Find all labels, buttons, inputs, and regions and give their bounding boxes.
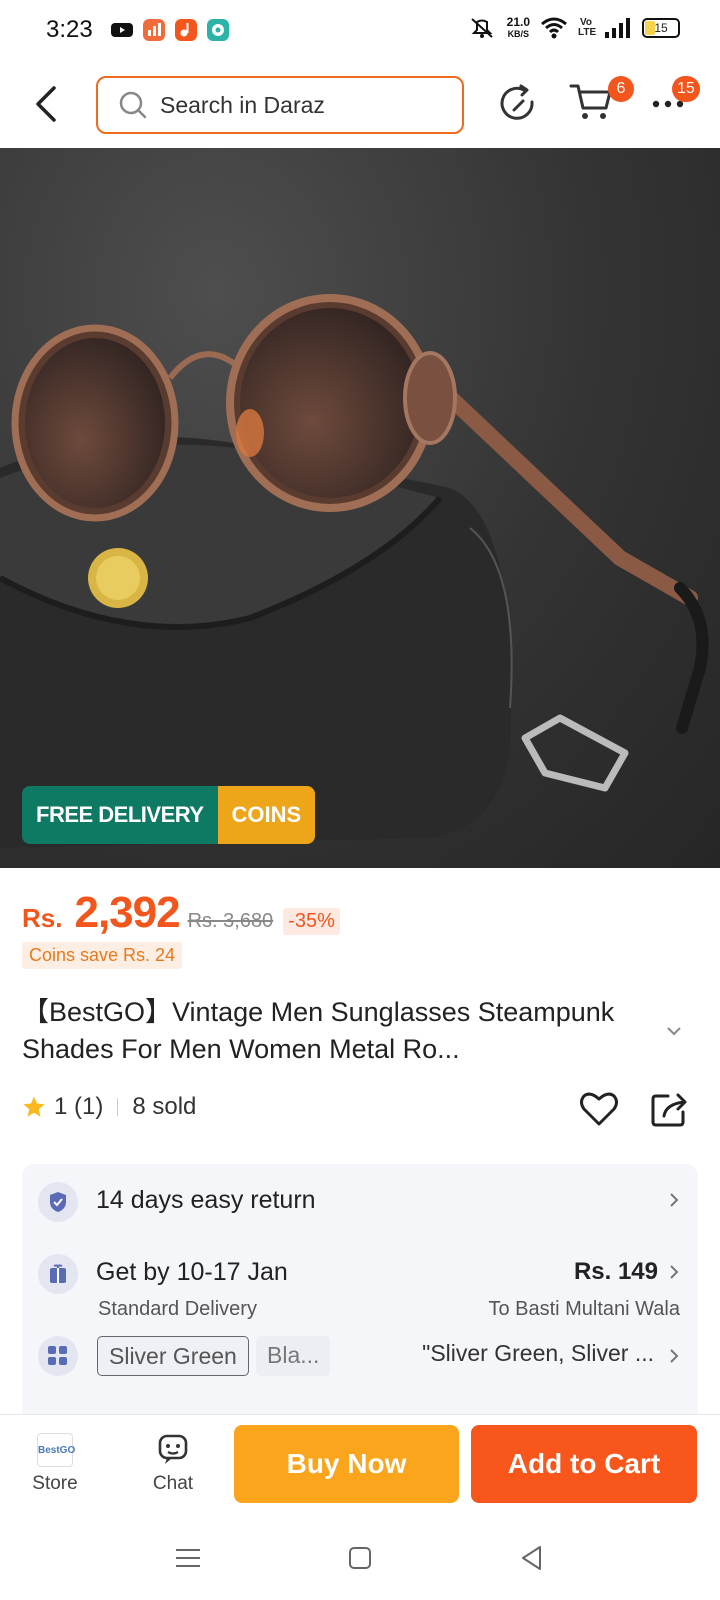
free-delivery-badge: FREE DELIVERY [22, 786, 218, 844]
search-input[interactable] [160, 91, 440, 119]
grid-icon [38, 1336, 78, 1376]
store-label: Store [32, 1473, 78, 1494]
delivery-estimate: Get by 10-17 Jan [96, 1258, 288, 1286]
current-price: 2,392 [74, 888, 180, 937]
mute-icon [470, 18, 493, 38]
youtube-icon [111, 23, 133, 37]
rating-value: 1 (1) [54, 1093, 104, 1120]
app-notification-icon [143, 19, 165, 41]
shield-check-icon [38, 1182, 78, 1222]
cart-button[interactable]: 6 [568, 76, 634, 130]
system-navigation-bar [0, 1520, 720, 1600]
coins-badge: COINS [217, 786, 316, 844]
back-nav-icon[interactable] [516, 1542, 548, 1574]
discount-badge: -35% [283, 908, 340, 935]
chevron-right-icon [670, 1193, 679, 1207]
menu-icon[interactable] [172, 1542, 204, 1574]
status-indicators: 21.0 KB/S Vo LTE 15 [467, 16, 680, 40]
chat-button[interactable]: Chat [138, 1433, 208, 1495]
music-app-icon [175, 19, 197, 41]
delivery-type: Standard Delivery [98, 1298, 257, 1320]
variant-chip[interactable]: Bla... [256, 1336, 331, 1376]
bottom-action-bar: BestGO Store Chat Buy Now Add to Cart [0, 1414, 720, 1520]
divider [117, 1098, 119, 1116]
chat-label: Chat [152, 1473, 194, 1494]
refresh-icon[interactable] [494, 80, 542, 128]
chevron-right-icon [670, 1349, 679, 1363]
search-icon [119, 91, 147, 119]
share-icon[interactable] [650, 1088, 690, 1128]
price-row: Rs. 2,392 Rs. 3,680 -35% [22, 888, 340, 938]
variant-summary: "Sliver Green, Sliver ... [422, 1340, 654, 1366]
variant-row[interactable]: Sliver Green Bla... "Sliver Green, Slive… [22, 1336, 698, 1396]
variant-chip-selected[interactable]: Sliver Green [97, 1336, 249, 1376]
chevron-right-icon [670, 1265, 679, 1279]
back-button[interactable] [30, 84, 66, 124]
status-time: 3:23 [46, 16, 93, 43]
network-speed: 21.0 KB/S [506, 15, 530, 39]
sold-count: 8 sold [132, 1093, 197, 1120]
chat-icon [158, 1434, 188, 1464]
rating-row[interactable]: 1 (1) 8 sold [22, 1093, 196, 1121]
search-bar[interactable] [96, 76, 464, 134]
service-info-card: 14 days easy return Get by 10-17 Jan Sta… [22, 1164, 698, 1434]
delivery-row[interactable]: Get by 10-17 Jan Standard Delivery Rs. 1… [22, 1236, 698, 1330]
gift-box-icon [38, 1254, 78, 1294]
product-title[interactable]: 【BestGO】Vintage Men Sunglasses Steampunk… [22, 994, 672, 1068]
top-navigation: 6 15 [0, 66, 720, 148]
sunglasses-photo [0, 294, 709, 848]
home-icon[interactable] [344, 1542, 376, 1574]
more-button[interactable]: 15 [650, 76, 700, 128]
add-to-cart-button[interactable]: Add to Cart [471, 1425, 697, 1503]
more-count-badge: 15 [672, 76, 700, 102]
delivery-destination: To Basti Multani Wala [488, 1298, 680, 1320]
coins-save-tag: Coins save Rs. 24 [22, 942, 183, 969]
delivery-fee: Rs. 149 [573, 1258, 658, 1285]
promo-badges: FREE DELIVERY COINS [22, 786, 316, 844]
wishlist-heart-icon[interactable] [578, 1088, 620, 1130]
status-bar: 3:23 21.0 KB/S Vo LTE 15 [0, 0, 720, 66]
chevron-down-icon[interactable] [666, 1025, 682, 1037]
buy-now-button[interactable]: Buy Now [234, 1425, 459, 1503]
cart-icon [569, 84, 612, 119]
original-price: Rs. 3,680 [187, 910, 274, 932]
currency-label: Rs. [22, 903, 63, 933]
notification-icons [110, 18, 230, 42]
chat-app-icon [207, 19, 229, 41]
product-image[interactable]: FREE DELIVERY COINS [0, 148, 720, 868]
store-logo: BestGO [37, 1433, 75, 1467]
cart-count-badge: 6 [608, 76, 634, 102]
return-policy-text: 14 days easy return [96, 1186, 316, 1214]
signal-icon [605, 18, 630, 38]
battery-icon: 15 [642, 18, 680, 38]
wifi-icon [541, 17, 567, 39]
store-button[interactable]: BestGO Store [20, 1433, 90, 1495]
volte-indicator: Vo LTE [578, 17, 597, 38]
return-policy-row[interactable]: 14 days easy return [22, 1164, 698, 1236]
star-icon [23, 1096, 45, 1117]
